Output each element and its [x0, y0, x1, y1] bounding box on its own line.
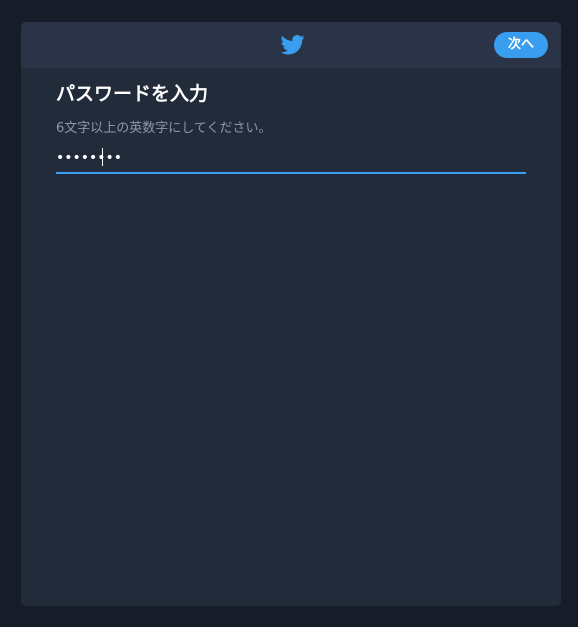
text-caret	[102, 148, 103, 166]
password-hint: 6文字以上の英数字にしてください。	[56, 121, 272, 136]
dialog-content: パスワードを入力 6文字以上の英数字にしてください。	[56, 80, 526, 174]
next-button[interactable]: 次へ	[493, 32, 548, 58]
password-field[interactable]	[56, 146, 526, 174]
password-input[interactable]	[56, 146, 526, 170]
password-dialog: 次へ パスワードを入力 6文字以上の英数字にしてください。	[21, 22, 561, 606]
page-title: パスワードを入力	[56, 83, 209, 105]
bird-icon	[281, 35, 305, 55]
dialog-header: 次へ	[21, 22, 561, 68]
